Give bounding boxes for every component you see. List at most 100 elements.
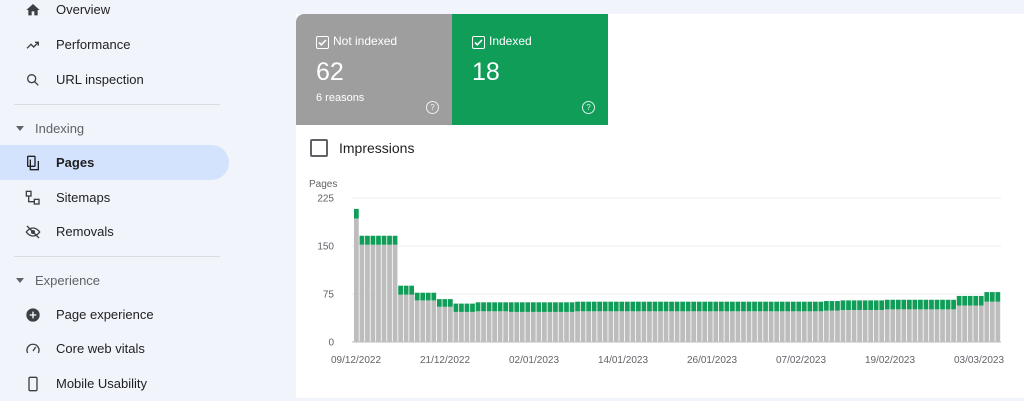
bar-indexed [718, 301, 724, 312]
bar-not-indexed [962, 305, 968, 342]
bar-not-indexed [442, 306, 448, 342]
bar-not-indexed [586, 311, 591, 342]
bar-not-indexed [542, 311, 547, 342]
caret-down-icon [16, 278, 24, 283]
sidebar-item-url-inspection[interactable]: URL inspection [0, 62, 229, 97]
bar-indexed [409, 285, 415, 295]
help-icon[interactable]: ? [582, 101, 595, 114]
bar-not-indexed [387, 244, 392, 342]
bar-not-indexed [608, 311, 614, 342]
sidebar-item-overview[interactable]: Overview [0, 0, 229, 27]
bar-not-indexed [370, 244, 376, 342]
sidebar-item-sitemaps[interactable]: Sitemaps [0, 180, 229, 215]
bar-not-indexed [630, 311, 636, 342]
bar-not-indexed [365, 244, 370, 342]
bar-not-indexed [895, 309, 901, 342]
sidebar-item-core-web-vitals[interactable]: Core web vitals [0, 331, 229, 366]
section-header-label: Experience [35, 273, 101, 288]
bar-not-indexed [846, 310, 851, 342]
sidebar-item-performance[interactable]: Performance [0, 27, 229, 62]
bar-not-indexed [945, 309, 951, 342]
bar-not-indexed [624, 311, 630, 342]
bar-indexed [652, 301, 658, 312]
checkbox-checked-icon[interactable] [472, 36, 485, 49]
bar-not-indexed [818, 311, 824, 342]
bar-not-indexed [873, 310, 879, 342]
bar-indexed [602, 301, 608, 312]
indexed-card[interactable]: Indexed 18 ? [452, 14, 608, 125]
bar-not-indexed [354, 218, 359, 342]
bar-not-indexed [801, 311, 807, 342]
sidebar-item-page-experience[interactable]: Page experience [0, 297, 229, 332]
bar-indexed [514, 302, 520, 312]
bar-not-indexed [481, 311, 486, 342]
indexed-label: Indexed [489, 34, 532, 48]
bar-not-indexed [884, 309, 890, 342]
bar-not-indexed [553, 311, 558, 342]
bar-indexed [525, 302, 531, 312]
not-indexed-reasons: 6 reasons [316, 92, 365, 104]
bar-not-indexed [680, 311, 685, 342]
bar-not-indexed [940, 309, 945, 342]
help-icon[interactable]: ? [426, 101, 439, 114]
bar-indexed [702, 301, 708, 312]
sidebar-item-removals[interactable]: Removals [0, 214, 229, 249]
not-indexed-label: Not indexed [333, 34, 398, 48]
bar-not-indexed [691, 311, 697, 342]
bar-indexed [973, 295, 979, 306]
bar-not-indexed [613, 311, 619, 342]
section-experience[interactable]: Experience [16, 273, 100, 288]
bar-indexed [586, 301, 591, 312]
sidebar-item-label: Core web vitals [56, 341, 145, 356]
bar-indexed [918, 299, 923, 310]
bar-indexed [962, 295, 968, 306]
bar-indexed [923, 299, 929, 310]
x-tick-label: 14/01/2023 [598, 355, 648, 366]
impressions-toggle[interactable]: Impressions [310, 139, 414, 157]
section-indexing[interactable]: Indexing [16, 121, 84, 136]
bar-indexed [392, 235, 398, 245]
bar-not-indexed [459, 311, 464, 342]
bar-indexed [414, 292, 420, 301]
x-tick-label: 26/01/2023 [687, 355, 737, 366]
bar-indexed [436, 299, 442, 307]
bar-indexed [978, 295, 984, 306]
bar-indexed [989, 292, 995, 302]
bar-indexed [829, 301, 835, 311]
x-tick-label: 02/01/2023 [509, 355, 559, 366]
bar-not-indexed [641, 311, 647, 342]
bar-indexed [403, 285, 409, 295]
bar-not-indexed [718, 311, 724, 342]
sidebar-item-pages[interactable]: Pages [0, 145, 229, 180]
bar-not-indexed [398, 294, 403, 342]
bar-not-indexed [918, 309, 923, 342]
bar-indexed [558, 302, 564, 312]
bar-not-indexed [956, 305, 962, 342]
bar-not-indexed [569, 311, 575, 342]
bar-not-indexed [707, 311, 713, 342]
not-indexed-card[interactable]: Not indexed 62 6 reasons ? [296, 14, 452, 125]
bar-indexed [580, 301, 586, 312]
bar-not-indexed [696, 311, 702, 342]
bar-not-indexed [890, 309, 896, 342]
bar-indexed [470, 303, 475, 312]
bar-indexed [846, 300, 851, 310]
bar-indexed [497, 302, 503, 312]
bar-not-indexed [652, 311, 658, 342]
sidebar-item-mobile-usability[interactable]: Mobile Usability [0, 366, 229, 401]
bar-indexed [851, 300, 857, 310]
bar-indexed [674, 301, 680, 312]
bar-indexed [613, 301, 619, 312]
bar-indexed [619, 301, 625, 312]
checkbox-checked-icon[interactable] [316, 36, 329, 49]
bar-not-indexed [851, 310, 857, 342]
bar-indexed [879, 300, 885, 310]
bar-not-indexed [912, 309, 918, 342]
bar-indexed [945, 299, 951, 310]
bar-indexed [785, 301, 791, 312]
bar-not-indexed [862, 310, 868, 342]
bar-indexed [691, 301, 697, 312]
divider [14, 104, 220, 105]
checkbox-unchecked-icon[interactable] [310, 139, 328, 157]
bar-indexed [868, 300, 874, 310]
